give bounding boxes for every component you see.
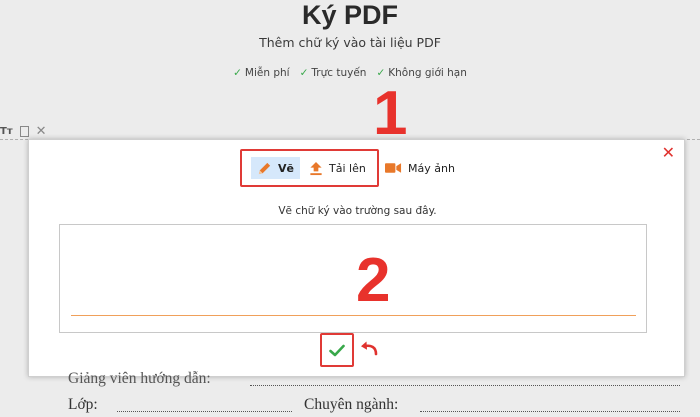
tab-label: Vẽ — [278, 161, 294, 175]
tab-upload[interactable]: Tải lên — [305, 157, 370, 179]
pencil-icon — [258, 162, 271, 174]
signature-instruction: Vẽ chữ ký vào trường sau đây. — [278, 205, 437, 217]
dotted-line — [250, 385, 680, 386]
dotted-line — [117, 411, 292, 412]
undo-icon — [361, 341, 378, 356]
page-subtitle: Thêm chữ ký vào tài liệu PDF — [259, 35, 441, 50]
upload-icon — [310, 161, 322, 175]
document-field-toolbar: Tт ✕ — [0, 124, 47, 139]
document-text: Giảng viên hướng dẫn: — [68, 370, 211, 387]
feature-list: ✓ Miễn phí ✓ Trực tuyến ✓ Không giới hạn — [0, 67, 700, 79]
check-icon: ✓ — [299, 67, 309, 79]
tab-camera[interactable]: Máy ảnh — [381, 157, 459, 179]
copy-icon[interactable] — [19, 126, 29, 137]
signature-canvas[interactable] — [59, 224, 647, 333]
document-field-label: Lớp: — [68, 396, 98, 413]
camera-icon — [385, 163, 402, 173]
annotation-step-2: 2 — [356, 246, 391, 315]
confirm-button[interactable] — [320, 333, 354, 367]
dotted-line — [420, 411, 680, 412]
undo-button[interactable] — [359, 340, 379, 360]
text-size-button[interactable]: Tт — [0, 126, 13, 137]
document-field-label: Chuyên ngành: — [304, 396, 399, 413]
close-icon[interactable]: ✕ — [36, 124, 47, 139]
check-icon: ✓ — [233, 67, 242, 79]
close-icon[interactable]: ✕ — [662, 143, 675, 162]
check-icon — [329, 344, 345, 356]
tab-label: Tải lên — [329, 161, 366, 175]
page-title: Ký PDF — [301, 0, 399, 30]
tab-draw[interactable]: Vẽ — [251, 157, 300, 179]
signature-baseline — [71, 315, 636, 316]
tab-label: Máy ảnh — [408, 161, 455, 175]
feature-item: ✓ Trực tuyến — [299, 67, 367, 79]
feature-item: ✓ Miễn phí — [233, 67, 290, 79]
